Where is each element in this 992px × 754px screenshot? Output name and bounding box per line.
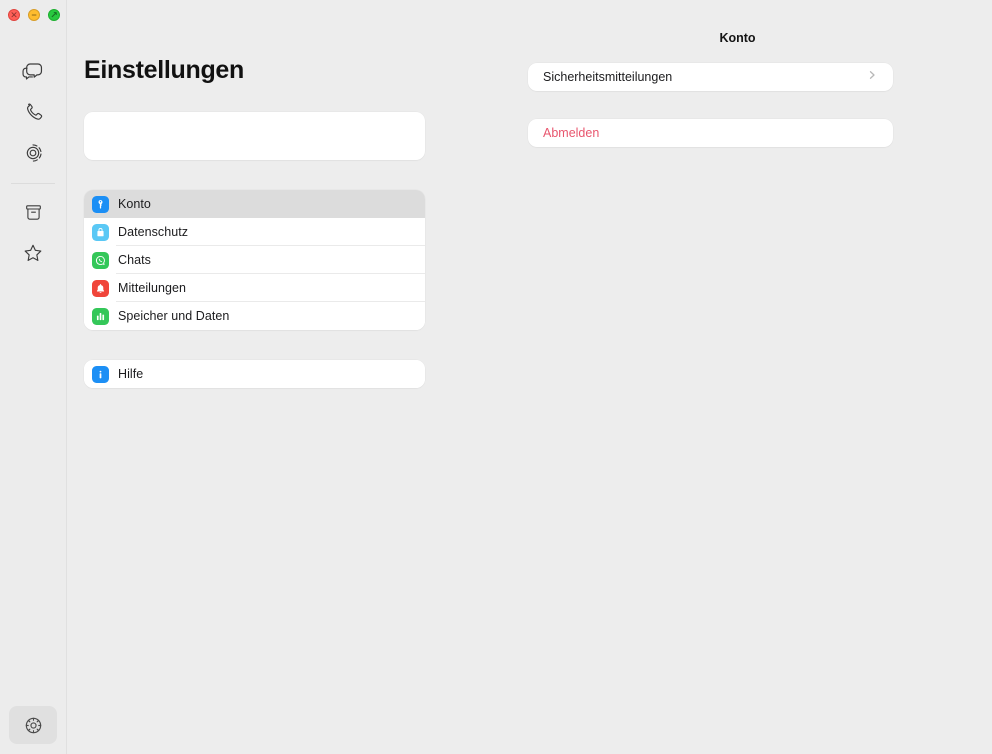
lock-icon: [92, 223, 109, 241]
close-icon: ✕: [10, 9, 18, 20]
rail-item-archived[interactable]: [13, 192, 53, 232]
settings-item-mitteilungen[interactable]: Mitteilungen: [84, 274, 425, 302]
rail-item-calls[interactable]: [13, 92, 53, 132]
help-card: Hilfe: [84, 360, 425, 388]
info-icon: [92, 365, 109, 383]
bell-icon: [92, 279, 109, 297]
rail-item-starred[interactable]: [13, 233, 53, 273]
rail-icon-group: [0, 51, 66, 274]
detail-row-sicherheitsmitteilungen[interactable]: Sicherheitsmitteilungen: [528, 63, 893, 91]
bar-chart-icon: [92, 307, 109, 325]
settings-item-hilfe[interactable]: Hilfe: [84, 360, 425, 388]
chats-icon: [21, 60, 45, 83]
window-close-button[interactable]: ✕: [8, 9, 20, 21]
window-traffic-lights: ✕ − ↗: [0, 0, 66, 21]
rail-divider: [11, 183, 55, 184]
settings-item-chats[interactable]: Chats: [84, 246, 425, 274]
settings-item-label: Chats: [118, 253, 151, 267]
key-icon: [92, 195, 109, 213]
security-notifications-card: Sicherheitsmitteilungen: [528, 63, 893, 91]
settings-item-label: Mitteilungen: [118, 281, 187, 295]
minimize-icon: −: [31, 9, 37, 20]
status-icon: [22, 142, 44, 164]
maximize-icon: ↗: [50, 9, 58, 20]
left-nav-rail: ✕ − ↗: [0, 0, 67, 754]
detail-pane-title: Konto: [719, 31, 756, 45]
rail-item-settings[interactable]: [9, 706, 57, 744]
starred-icon: [22, 242, 44, 264]
detail-row-label: Sicherheitsmitteilungen: [543, 70, 673, 84]
logout-button-label: Abmelden: [543, 126, 600, 140]
logout-card: Abmelden: [528, 119, 893, 147]
settings-item-label: Hilfe: [118, 367, 144, 381]
rail-item-chats[interactable]: [13, 51, 53, 91]
archive-icon: [23, 202, 44, 223]
window-maximize-button[interactable]: ↗: [48, 9, 60, 21]
settings-item-datenschutz[interactable]: Datenschutz: [84, 218, 425, 246]
profile-card[interactable]: [84, 112, 425, 160]
settings-item-konto[interactable]: Konto: [84, 190, 425, 218]
settings-item-label: Speicher und Daten: [118, 309, 230, 323]
chat-bubble-icon: [92, 251, 109, 269]
settings-item-label: Datenschutz: [118, 225, 189, 239]
settings-list-column: Einstellungen Konto Datenschutz Chats Mi…: [67, 0, 473, 754]
chevron-right-icon: [866, 68, 878, 86]
detail-row-abmelden[interactable]: Abmelden: [528, 119, 893, 147]
page-title: Einstellungen: [84, 56, 245, 84]
window-minimize-button[interactable]: −: [28, 9, 40, 21]
calls-icon: [22, 101, 44, 123]
app-window: ✕ − ↗ Einstellungen Konto Datenschutz Ch…: [0, 0, 992, 754]
rail-bottom-group: [0, 706, 66, 745]
settings-gear-icon: [23, 715, 44, 736]
detail-pane: Konto Sicherheitsmitteilungen Abmelden: [473, 0, 992, 754]
rail-item-status[interactable]: [13, 133, 53, 173]
settings-item-label: Konto: [118, 197, 151, 211]
settings-menu-list: Konto Datenschutz Chats Mitteilungen Spe…: [84, 190, 425, 330]
settings-item-speicher-und-daten[interactable]: Speicher und Daten: [84, 302, 425, 330]
